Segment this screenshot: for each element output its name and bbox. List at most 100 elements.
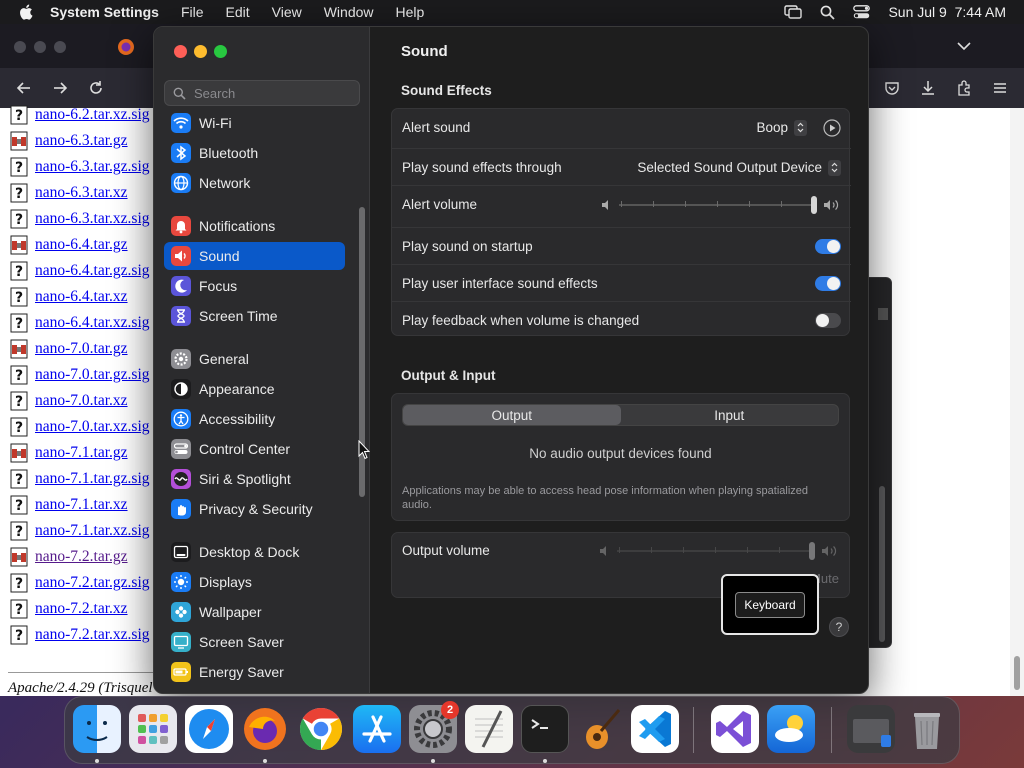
browser-zoom-button[interactable] <box>54 41 66 53</box>
file-link[interactable]: nano-7.1.tar.xz <box>35 496 128 514</box>
alert-sound-popup[interactable]: Boop <box>756 120 788 135</box>
sidebar-item-privacy[interactable]: Privacy & Security <box>164 495 345 523</box>
spotlight-search-icon[interactable] <box>820 5 836 20</box>
sidebar-item-siri[interactable]: Siri & Spotlight <box>164 465 345 493</box>
file-link[interactable]: nano-6.4.tar.gz <box>35 236 128 254</box>
keyboard-button[interactable]: Keyboard <box>735 591 805 618</box>
menu-edit[interactable]: Edit <box>226 4 250 20</box>
menu-file[interactable]: File <box>181 4 204 20</box>
sidebar-item-control-center[interactable]: Control Center <box>164 435 345 463</box>
sidebar-item-appearance[interactable]: Appearance <box>164 375 345 403</box>
control-center-icon[interactable] <box>853 5 871 19</box>
vscode-icon[interactable] <box>631 705 679 753</box>
browser-close-button[interactable] <box>14 41 26 53</box>
file-link[interactable]: nano-7.0.tar.xz <box>35 392 128 410</box>
sidebar-item-desktop-dock[interactable]: Desktop & Dock <box>164 538 345 566</box>
file-link[interactable]: nano-6.4.tar.gz.sig <box>35 262 150 280</box>
garageband-icon[interactable] <box>577 705 625 753</box>
search-input[interactable] <box>194 85 354 101</box>
reload-icon[interactable] <box>88 80 104 96</box>
downloads-stack-icon[interactable] <box>847 705 895 753</box>
firefox-icon[interactable] <box>241 705 289 753</box>
file-link[interactable]: nano-6.3.tar.gz <box>35 132 128 150</box>
tab-list-chevron-down-icon[interactable] <box>957 41 971 51</box>
minimize-button[interactable] <box>194 45 207 58</box>
zoom-button[interactable] <box>214 45 227 58</box>
extensions-icon[interactable] <box>956 80 972 96</box>
forward-arrow-icon[interactable] <box>52 80 68 96</box>
screen-mirroring-icon[interactable] <box>784 5 803 19</box>
sidebar-item-accessibility[interactable]: Accessibility <box>164 405 345 433</box>
output-through-popup[interactable]: Selected Sound Output Device <box>637 160 822 175</box>
slider-thumb[interactable] <box>811 195 817 214</box>
output-through-stepper[interactable] <box>828 159 841 176</box>
file-link[interactable]: nano-6.4.tar.xz.sig <box>35 314 150 332</box>
file-link[interactable]: nano-6.4.tar.xz <box>35 288 128 306</box>
pocket-icon[interactable] <box>884 80 900 96</box>
browser-scrollbar-thumb[interactable] <box>1014 656 1020 690</box>
file-link[interactable]: nano-7.2.tar.xz.sig <box>35 626 150 644</box>
firefox-tab-icon[interactable] <box>117 38 135 56</box>
sidebar-item-wifi[interactable]: Wi-Fi <box>164 109 345 137</box>
slider-thumb[interactable] <box>809 542 815 560</box>
help-button[interactable]: ? <box>829 617 849 637</box>
tab-input[interactable]: Input <box>621 405 839 425</box>
tab-output[interactable]: Output <box>403 405 621 425</box>
weather-icon[interactable] <box>767 705 815 753</box>
safari-icon[interactable] <box>185 705 233 753</box>
sidebar-item-displays[interactable]: Displays <box>164 568 345 596</box>
menu-clock[interactable]: Sun Jul 9 7:44 AM <box>888 4 1006 20</box>
file-link[interactable]: nano-7.0.tar.gz.sig <box>35 366 150 384</box>
sidebar-item-notifications[interactable]: Notifications <box>164 212 345 240</box>
file-link[interactable]: nano-7.2.tar.xz <box>35 600 128 618</box>
browser-minimize-button[interactable] <box>34 41 46 53</box>
trash-icon[interactable] <box>903 705 951 753</box>
file-link[interactable]: nano-7.1.tar.gz.sig <box>35 470 150 488</box>
hamburger-menu-icon[interactable] <box>992 80 1008 96</box>
sidebar-item-network[interactable]: Network <box>164 169 345 197</box>
background-window-handle[interactable] <box>878 308 888 320</box>
search-field[interactable] <box>164 80 360 106</box>
file-link[interactable]: nano-7.2.tar.gz <box>35 548 128 566</box>
startup-sound-toggle[interactable] <box>815 239 841 254</box>
file-link[interactable]: nano-6.3.tar.gz.sig <box>35 158 150 176</box>
terminal-icon[interactable] <box>521 705 569 753</box>
sidebar-item-wallpaper[interactable]: Wallpaper <box>164 598 345 626</box>
menu-window[interactable]: Window <box>324 4 374 20</box>
visual-studio-icon[interactable] <box>711 705 759 753</box>
alert-volume-slider[interactable] <box>619 195 817 215</box>
file-link[interactable]: nano-7.2.tar.gz.sig <box>35 574 150 592</box>
sidebar-item-screen-saver[interactable]: Screen Saver <box>164 628 345 656</box>
file-link[interactable]: nano-7.0.tar.gz <box>35 340 128 358</box>
launchpad-icon[interactable] <box>129 705 177 753</box>
app-store-icon[interactable] <box>353 705 401 753</box>
textedit-icon[interactable] <box>465 705 513 753</box>
file-link[interactable]: nano-6.2.tar.xz.sig <box>35 106 150 124</box>
sidebar-item-screen-time[interactable]: Screen Time <box>164 302 345 330</box>
sidebar-item-energy-saver[interactable]: Energy Saver <box>164 658 345 686</box>
alert-sound-stepper[interactable] <box>794 119 807 136</box>
play-alert-icon[interactable] <box>823 118 841 137</box>
menu-help[interactable]: Help <box>396 4 425 20</box>
menu-app-name[interactable]: System Settings <box>50 4 159 20</box>
sidebar-item-bluetooth[interactable]: Bluetooth <box>164 139 345 167</box>
file-link[interactable]: nano-7.1.tar.gz <box>35 444 128 462</box>
file-link[interactable]: nano-6.3.tar.xz <box>35 184 128 202</box>
finder-icon[interactable] <box>73 705 121 753</box>
sidebar-item-general[interactable]: General <box>164 345 345 373</box>
sidebar-item-sound[interactable]: Sound <box>164 242 345 270</box>
close-button[interactable] <box>174 45 187 58</box>
downloads-icon[interactable] <box>920 80 936 96</box>
volume-feedback-toggle[interactable] <box>815 313 841 328</box>
ui-sounds-toggle[interactable] <box>815 276 841 291</box>
output-volume-slider[interactable] <box>617 541 815 561</box>
back-arrow-icon[interactable] <box>16 80 32 96</box>
apple-logo-icon[interactable] <box>18 3 36 21</box>
menu-view[interactable]: View <box>272 4 302 20</box>
file-link[interactable]: nano-7.0.tar.xz.sig <box>35 418 150 436</box>
file-link[interactable]: nano-7.1.tar.xz.sig <box>35 522 150 540</box>
file-link[interactable]: nano-6.3.tar.xz.sig <box>35 210 150 228</box>
sidebar-item-focus[interactable]: Focus <box>164 272 345 300</box>
chrome-icon[interactable] <box>297 705 345 753</box>
browser-scrollbar[interactable] <box>1010 108 1024 696</box>
